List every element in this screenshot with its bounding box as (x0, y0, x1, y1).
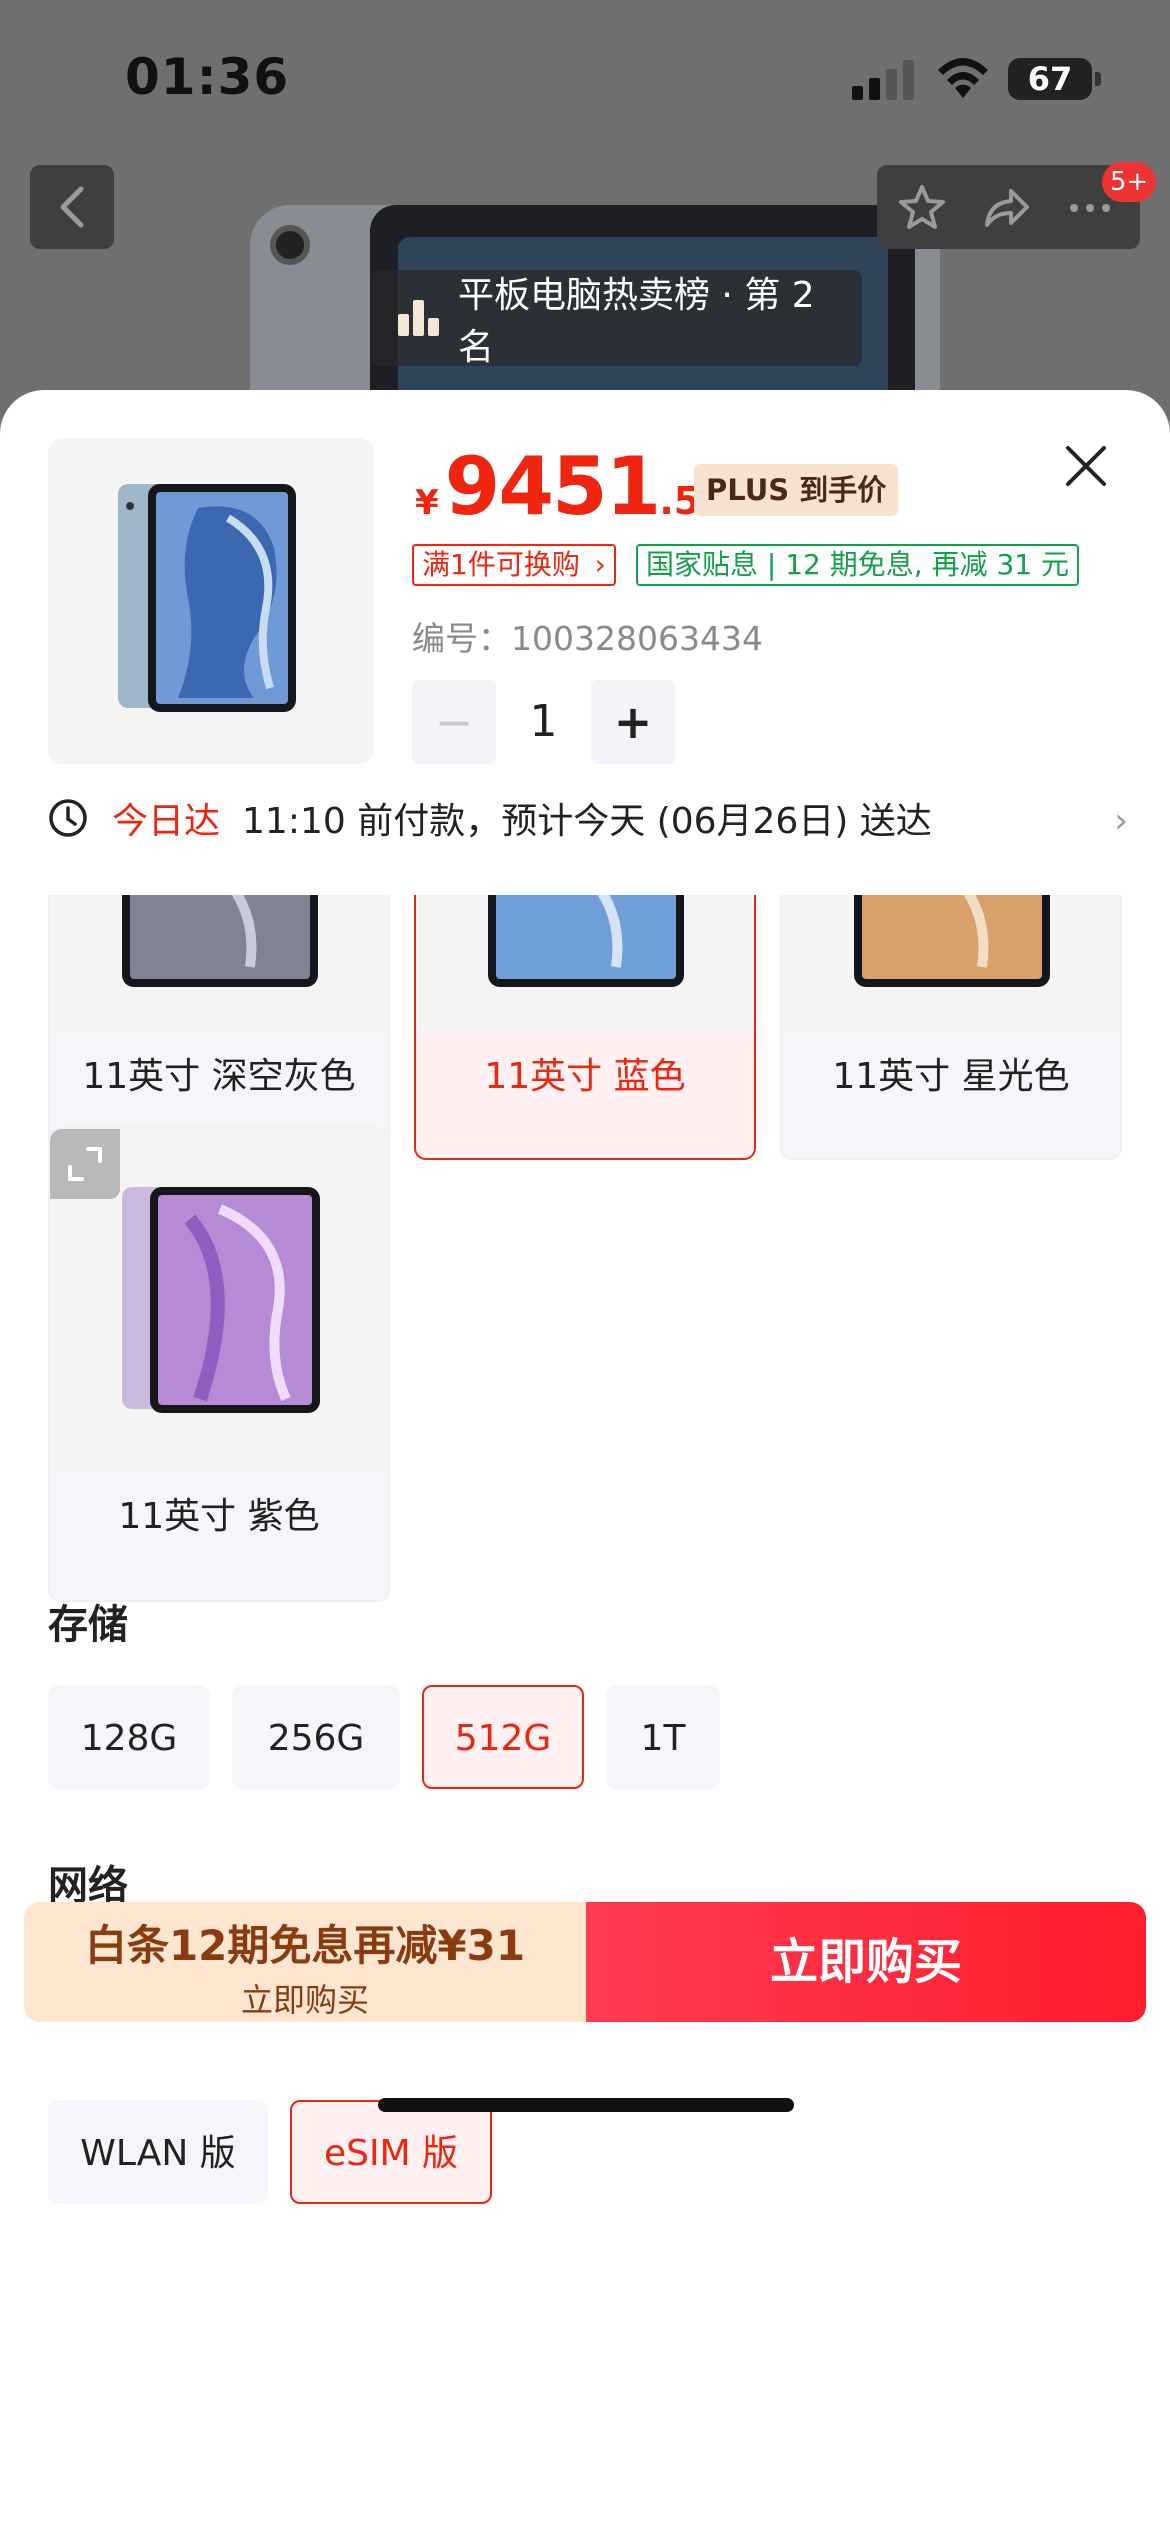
top-action-group (877, 165, 1140, 249)
close-icon[interactable] (1060, 440, 1112, 492)
network-option-wlan[interactable]: WLAN 版 (48, 2100, 268, 2204)
network-option-esim[interactable]: eSIM 版 (290, 2100, 492, 2204)
wifi-icon (938, 58, 988, 98)
cellular-signal-icon (852, 60, 914, 100)
storage-section-title: 存储 (48, 1602, 128, 1648)
color-option-label: 11英寸 蓝色 (484, 1056, 686, 1097)
storage-option-128g[interactable]: 128G (48, 1685, 210, 1789)
installment-offer-text: 白条12期免息再减¥31 (84, 1921, 526, 1970)
color-option-label: 11英寸 星光色 (832, 1056, 1070, 1097)
rank-banner[interactable]: 平板电脑热卖榜 · 第 2 名 (372, 270, 862, 368)
ipad-blue-image (488, 895, 684, 987)
battery-level: 67 (1027, 60, 1073, 98)
increase-button[interactable]: + (591, 680, 675, 764)
color-option-space-gray[interactable]: 11英寸 深空灰色 (48, 895, 390, 1160)
installment-buy-button[interactable]: 白条12期免息再减¥31 立即购买 (24, 1902, 586, 2022)
battery-icon: 67 (1008, 58, 1101, 100)
price-display: ¥ 9451 .51 (415, 440, 727, 533)
expand-image-icon[interactable] (50, 1129, 120, 1199)
color-option-label: 11英寸 深空灰色 (82, 1056, 356, 1097)
chevron-left-icon (60, 186, 84, 228)
color-option-purple[interactable]: 11英寸 紫色 (48, 1127, 390, 1602)
trade-in-tag[interactable]: 满1件可换购 › (412, 544, 616, 586)
chevron-right-icon: › (1114, 801, 1128, 841)
status-time: 01:36 (125, 48, 290, 106)
color-option-blue[interactable]: 11英寸 蓝色 (414, 895, 756, 1160)
plus-price-tag: PLUS 到手价 (694, 464, 899, 516)
rank-text: 平板电脑热卖榜 · 第 2 名 (457, 275, 815, 368)
installment-buy-label: 立即购买 (240, 1981, 369, 2019)
quantity-stepper: − 1 + (412, 680, 677, 764)
color-option-image (782, 895, 1120, 1032)
share-icon[interactable] (981, 183, 1031, 233)
back-button[interactable] (30, 165, 114, 249)
ipad-space-gray-image (122, 895, 318, 987)
sku-label: 编号： (412, 619, 511, 658)
trade-in-tag-label: 满1件可换购 (422, 548, 580, 581)
clock-icon (49, 799, 87, 837)
color-option-image (50, 895, 388, 1032)
storage-option-256g[interactable]: 256G (232, 1685, 400, 1789)
bar-chart-icon (397, 300, 439, 336)
price-currency: ¥ (415, 483, 439, 523)
subsidy-tag: 国家贴息 | 12 期免息, 再减 31 元 (636, 544, 1079, 586)
storage-option-512g[interactable]: 512G (422, 1685, 584, 1789)
color-option-starlight[interactable]: 11英寸 星光色 (780, 895, 1122, 1160)
notification-badge: 5+ (1102, 162, 1157, 202)
options-scroll-area[interactable]: 11英寸 深空灰色 11英寸 蓝色 11英寸 星光色 11英寸 紫色 存储 12… (0, 895, 1170, 1920)
color-option-label: 11英寸 紫色 (118, 1496, 320, 1537)
product-hero-camera (270, 225, 310, 265)
status-bar: 01:36 67 (0, 0, 1170, 150)
product-thumbnail[interactable] (48, 438, 374, 764)
ipad-blue-image (118, 484, 296, 712)
home-indicator (378, 2098, 794, 2112)
delivery-text: 11:10 前付款，预计今天 (06月26日) 送达 (242, 801, 932, 842)
chevron-right-icon: › (594, 548, 606, 581)
quantity-value[interactable]: 1 (496, 680, 591, 764)
buy-now-button[interactable]: 立即购买 (586, 1902, 1146, 2022)
spec-selection-sheet: ¥ 9451 .51 PLUS 到手价 满1件可换购 › 国家贴息 | 12 期… (0, 390, 1170, 2532)
color-option-image (416, 895, 754, 1032)
decrease-button[interactable]: − (412, 680, 496, 764)
favorite-star-icon[interactable] (897, 183, 947, 233)
sku-value: 100328063434 (511, 619, 763, 658)
storage-option-1t[interactable]: 1T (606, 1685, 720, 1789)
price-integer: 9451 (444, 440, 662, 533)
sku-line: 编号：100328063434 (412, 612, 763, 660)
ipad-starlight-image (854, 895, 1050, 987)
delivery-row[interactable]: 今日达 11:10 前付款，预计今天 (06月26日) 送达 › (48, 783, 1128, 853)
same-day-badge: 今日达 (112, 801, 221, 842)
